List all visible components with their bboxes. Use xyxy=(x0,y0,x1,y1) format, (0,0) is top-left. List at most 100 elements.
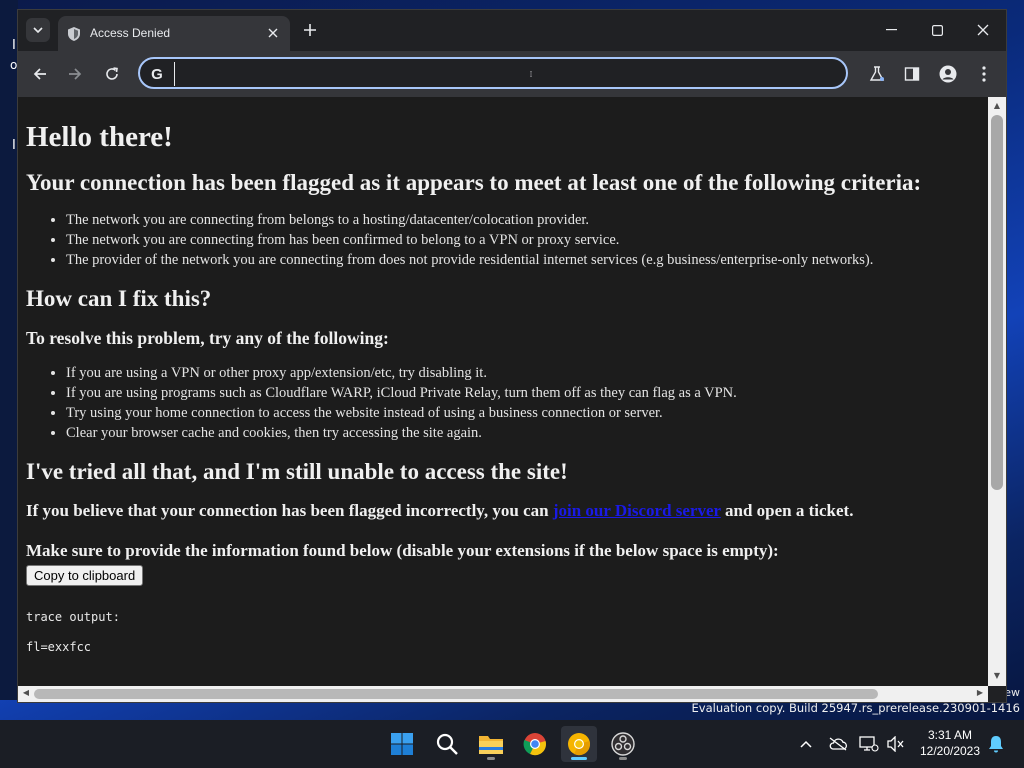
discord-link[interactable]: join our Discord server xyxy=(553,501,721,520)
search-icon xyxy=(436,733,458,755)
criteria-heading: Your connection has been flagged as it a… xyxy=(26,170,922,195)
taskbar-chrome[interactable] xyxy=(517,726,553,762)
flagged-paragraph: If you believe that your connection has … xyxy=(26,501,980,521)
side-panel-icon xyxy=(904,67,920,81)
labs-button[interactable] xyxy=(866,63,888,85)
horizontal-scroll-thumb[interactable] xyxy=(34,689,878,699)
scroll-left-icon[interactable]: ◀ xyxy=(20,688,32,700)
trace-output: fl=exxfcc xyxy=(26,640,92,654)
text-cursor-icon xyxy=(530,71,532,77)
tray-onedrive[interactable] xyxy=(828,734,848,754)
list-item: If you are using a VPN or other proxy ap… xyxy=(66,363,980,383)
close-icon xyxy=(977,24,989,36)
tray-network[interactable] xyxy=(859,734,879,754)
resolve-steps-list: If you are using a VPN or other proxy ap… xyxy=(26,363,980,443)
forward-button[interactable] xyxy=(62,61,88,87)
minimize-icon xyxy=(885,29,897,31)
clock-date: 12/20/2023 xyxy=(919,744,981,758)
reload-icon xyxy=(106,67,118,80)
still-unable-heading: I've tried all that, and I'm still unabl… xyxy=(26,459,568,484)
taskbar-obs[interactable] xyxy=(605,726,641,762)
active-indicator xyxy=(571,757,587,760)
vertical-scrollbar[interactable]: ▲ ▼ xyxy=(988,97,1006,686)
list-item: Try using your home connection to access… xyxy=(66,403,980,423)
tray-overflow-button[interactable] xyxy=(796,734,816,754)
new-tab-button[interactable] xyxy=(300,20,320,40)
file-explorer-icon xyxy=(479,736,503,754)
address-input[interactable] xyxy=(174,62,839,86)
list-item: The provider of the network you are conn… xyxy=(66,250,980,270)
taskbar-chrome-canary[interactable] xyxy=(561,726,597,762)
page-viewport: Hello there! Your connection has been fl… xyxy=(18,97,988,686)
address-bar[interactable]: G xyxy=(138,57,848,89)
running-indicator xyxy=(619,757,627,760)
clock-time: 3:31 AM xyxy=(927,728,973,742)
resolve-heading: To resolve this problem, try any of the … xyxy=(26,328,389,348)
labs-icon xyxy=(869,66,885,81)
desktop-glyph: o xyxy=(10,58,18,72)
maximize-button[interactable] xyxy=(922,18,952,42)
network-icon xyxy=(859,736,879,752)
close-icon xyxy=(268,28,278,38)
cloud-off-icon xyxy=(829,737,847,751)
tab-strip: Access Denied xyxy=(18,10,1006,51)
list-item: If you are using programs such as Cloudf… xyxy=(66,383,980,403)
browser-toolbar: G xyxy=(18,51,1006,97)
menu-button[interactable] xyxy=(973,63,995,85)
profile-button[interactable] xyxy=(937,63,959,85)
flagged-text-before: If you believe that your connection has … xyxy=(26,501,553,520)
profile-icon xyxy=(939,65,957,83)
fix-heading: How can I fix this? xyxy=(26,286,212,311)
desktop-glyph: I xyxy=(12,138,16,153)
minimize-button[interactable] xyxy=(876,18,906,42)
trace-label: trace output: xyxy=(26,610,120,624)
tab-title: Access Denied xyxy=(90,26,171,40)
maximize-icon xyxy=(931,24,943,36)
criteria-list: The network you are connecting from belo… xyxy=(26,210,980,270)
tray-volume[interactable] xyxy=(886,734,906,754)
info-paragraph: Make sure to provide the information fou… xyxy=(26,541,779,560)
desktop-glyph: I xyxy=(12,38,16,53)
desktop-partial-text: ew xyxy=(1004,686,1020,699)
evaluation-watermark: Evaluation copy. Build 25947.rs_prerelea… xyxy=(691,701,1020,715)
obs-icon xyxy=(611,732,635,756)
scroll-down-icon[interactable]: ▼ xyxy=(992,671,1002,681)
vertical-scroll-thumb[interactable] xyxy=(991,115,1003,490)
tab-close-button[interactable] xyxy=(264,24,282,42)
taskbar-file-explorer[interactable] xyxy=(473,726,509,762)
flagged-text-after: and open a ticket. xyxy=(720,501,854,520)
system-clock[interactable]: 3:31 AM 12/20/2023 xyxy=(916,727,984,759)
back-icon xyxy=(33,68,46,80)
taskbar-search-button[interactable] xyxy=(429,726,465,762)
copy-to-clipboard-button[interactable]: Copy to clipboard xyxy=(26,565,144,586)
start-button[interactable] xyxy=(384,726,420,762)
desktop-left-edge: I o I xyxy=(0,0,18,700)
plus-icon xyxy=(304,24,316,36)
windows-start-icon xyxy=(391,733,413,755)
side-panel-button[interactable] xyxy=(901,63,923,85)
list-item: The network you are connecting from belo… xyxy=(66,210,980,230)
list-item: Clear your browser cache and cookies, th… xyxy=(66,423,980,443)
close-window-button[interactable] xyxy=(968,18,998,42)
browser-window: Access Denied G Hello there! Your connec… xyxy=(18,10,1006,702)
speaker-muted-icon xyxy=(887,736,904,752)
scroll-right-icon[interactable]: ▶ xyxy=(974,688,986,700)
notifications-button[interactable] xyxy=(986,734,1006,754)
bell-icon xyxy=(989,736,1003,753)
running-indicator xyxy=(487,757,495,760)
chevron-down-icon xyxy=(33,27,43,33)
reload-button[interactable] xyxy=(99,61,125,87)
tab-search-button[interactable] xyxy=(26,18,50,42)
chrome-icon xyxy=(523,733,546,756)
shield-icon xyxy=(68,27,80,41)
back-button[interactable] xyxy=(27,61,53,87)
chevron-up-icon xyxy=(800,740,812,748)
chrome-canary-icon xyxy=(568,733,590,756)
list-item: The network you are connecting from has … xyxy=(66,230,980,250)
menu-icon xyxy=(982,66,986,82)
forward-icon xyxy=(69,68,82,80)
page-content: Hello there! Your connection has been fl… xyxy=(18,121,988,654)
horizontal-scrollbar[interactable]: ◀ ▶ xyxy=(18,686,988,702)
scroll-up-icon[interactable]: ▲ xyxy=(992,101,1002,111)
tab-access-denied[interactable]: Access Denied xyxy=(58,16,290,51)
